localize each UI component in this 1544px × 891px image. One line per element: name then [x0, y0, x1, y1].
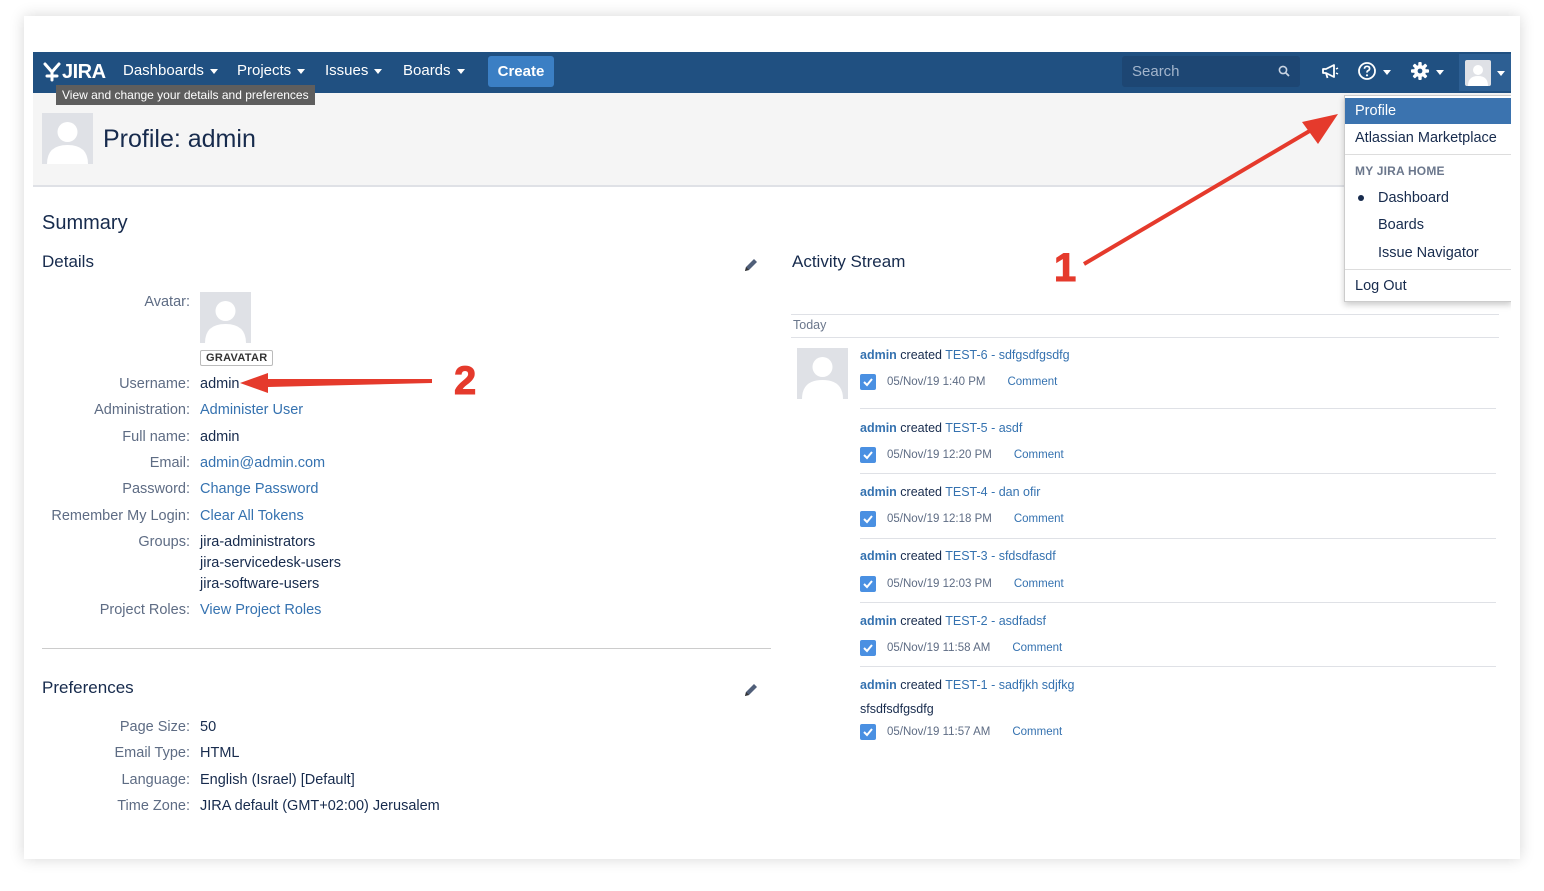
- annotation-label-2: 2: [453, 359, 477, 404]
- annotation-label-1: 1: [1053, 246, 1077, 291]
- annotation-overlay: [240, 114, 1338, 393]
- annotation-arrow-2: [240, 373, 432, 393]
- annotation-arrow-1: [1082, 114, 1338, 266]
